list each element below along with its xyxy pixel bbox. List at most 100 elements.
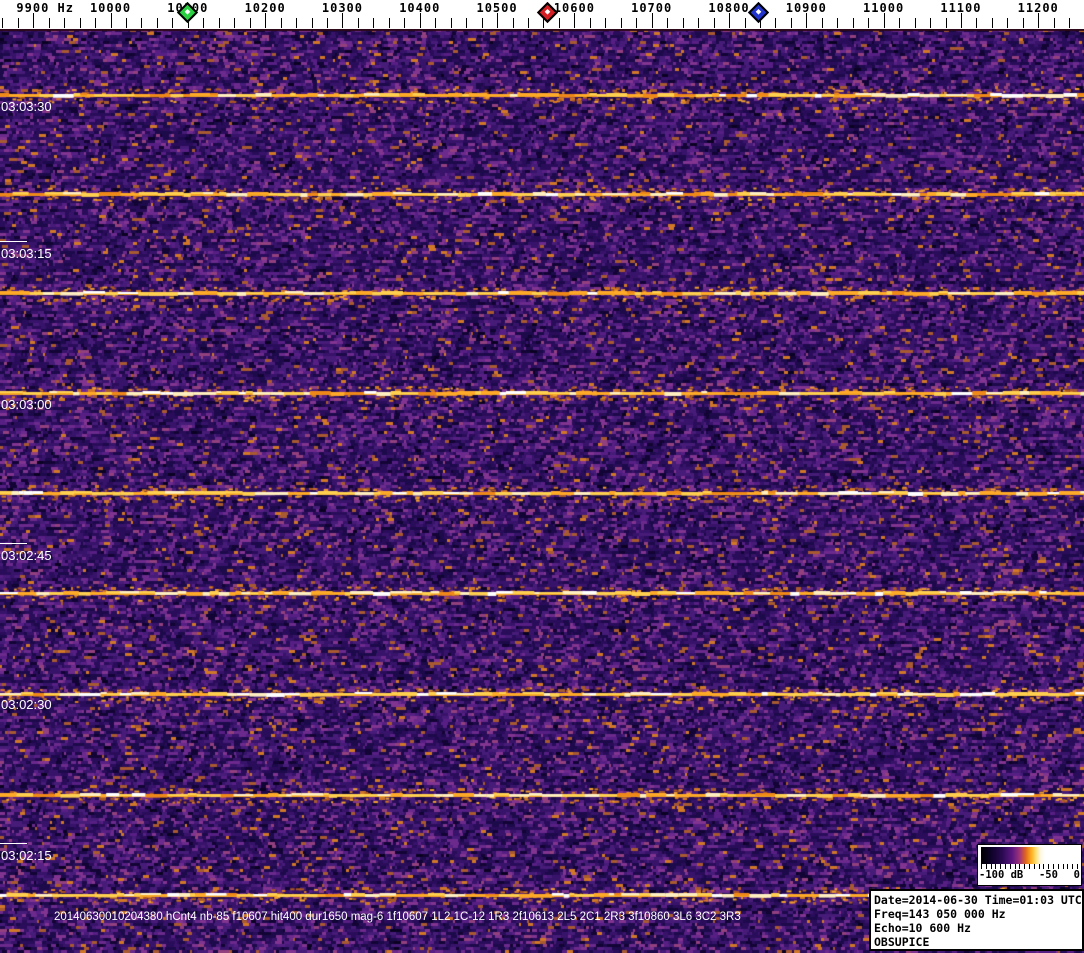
colorbar-tick [1019,864,1021,869]
colorbar-tick [1053,864,1054,869]
ruler-major-tick [497,13,499,28]
colorbar-tick [1014,864,1016,869]
ruler-major-tick [960,13,962,28]
intensity-colorbar: -100 dB -50 0 [977,844,1082,886]
ruler-minor-tick [605,18,607,28]
ruler-major-tick [342,13,344,28]
colorbar-tick [1005,864,1006,869]
ruler-minor-tick [450,18,452,28]
ruler-minor-tick [357,18,359,28]
ruler-minor-tick [234,18,236,28]
colorbar-tick [995,864,997,869]
time-axis-tick [0,543,27,544]
marker-center-dot [184,8,191,15]
ruler-major-tick [883,13,885,28]
colorbar-tick [1067,864,1069,869]
ruler-minor-tick [868,18,870,28]
ruler-minor-tick [1022,18,1024,28]
ruler-minor-tick [466,18,468,28]
info-echo-frequency: Echo=10 600 Hz [874,921,971,935]
ruler-minor-tick [682,18,684,28]
ruler-minor-tick [790,18,792,28]
colorbar-tick [981,864,982,869]
ruler-minor-tick [698,18,700,28]
ruler-minor-tick [1007,18,1009,28]
time-label: 03:03:00 [1,397,52,412]
colorbar-tick [1062,864,1064,869]
ruler-minor-tick [837,18,839,28]
colorbar-tick [1043,864,1045,869]
colorbar-tick [1029,864,1030,869]
ruler-minor-tick [945,18,947,28]
ruler-minor-tick [95,18,96,28]
ruler-minor-tick [852,18,854,28]
colorbar-tick [1077,864,1078,869]
ruler-minor-tick [713,18,715,28]
marker-center-dot [544,8,551,15]
ruler-frequency-label: 10500 [476,1,518,15]
colorbar-tick [1009,864,1011,869]
ruler-minor-tick [79,18,81,28]
colorbar-tick [1038,864,1040,869]
spectrogram-canvas [0,29,1084,953]
ruler-frequency-label: 9900 Hz [16,1,74,15]
ruler-minor-tick [775,18,777,28]
ruler-frequency-label: 10400 [399,1,441,15]
ruler-minor-tick [991,18,993,28]
colorbar-tick [990,864,992,869]
meteor-spectrogram-viewer: 9900 Hz100001010010200103001040010500106… [0,0,1084,953]
colorbar-tick [1024,864,1026,869]
ruler-minor-tick [404,18,406,28]
time-axis-tick [0,843,27,844]
ruler-minor-tick [17,18,19,28]
colorbar-tick [1033,864,1035,869]
ruler-minor-tick [1069,18,1071,28]
ruler-frequency-label: 10600 [553,1,595,15]
info-date-time: Date=2014-06-30 Time=01:03 UTC [874,893,1082,907]
colorbar-ticks [981,864,1078,870]
ruler-frequency-label: 10900 [785,1,827,15]
time-label: 03:02:30 [1,697,52,712]
colorbar-tick [985,864,987,869]
ruler-frequency-label: 10300 [321,1,363,15]
colorbar-gradient-bar [981,847,1078,864]
colorbar-tick [1000,864,1002,869]
time-label: 03:02:15 [1,848,52,863]
ruler-major-tick [729,13,730,28]
ruler-minor-tick [558,18,560,28]
ruler-frequency-label: 11000 [863,1,905,15]
info-frequency: Freq=143 050 000 Hz [874,907,1006,921]
ruler-major-tick [265,13,267,28]
ruler-frequency-label: 10800 [708,1,750,15]
ruler-minor-tick [249,18,251,28]
ruler-frequency-label: 10200 [244,1,286,15]
ruler-minor-tick [821,18,823,28]
ruler-major-tick [110,13,112,28]
observation-info-box: Date=2014-06-30 Time=01:03 UTC Freq=143 … [869,889,1084,951]
ruler-minor-tick [156,18,158,28]
ruler-frequency-label: 11100 [940,1,982,15]
ruler-minor-tick [327,18,328,28]
frequency-ruler: 9900 Hz100001010010200103001040010500106… [0,0,1084,29]
ruler-minor-tick [512,18,514,28]
colorbar-label-mid: -50 [1038,869,1058,881]
blue-frequency-marker[interactable] [747,1,769,24]
colorbar-label-min: -100 dB [979,869,1024,881]
ruler-minor-tick [2,18,4,28]
ruler-frequency-label: 11200 [1017,1,1059,15]
info-station-name: OBSUPICE [874,935,930,949]
ruler-minor-tick [899,18,901,28]
colorbar-tick [1057,864,1059,869]
ruler-major-tick [419,13,421,28]
ruler-minor-tick [388,18,390,28]
ruler-major-tick [806,13,808,28]
ruler-minor-tick [620,18,622,28]
ruler-minor-tick [48,18,50,28]
detection-annotation-text: 20140630010204380 hCnt4 nb-85 f10607 hit… [54,911,741,923]
ruler-minor-tick [1053,18,1055,28]
ruler-minor-tick [373,18,375,28]
ruler-major-tick [574,13,576,28]
ruler-minor-tick [667,18,669,28]
ruler-major-tick [1038,13,1040,28]
time-label: 03:03:15 [1,246,52,261]
